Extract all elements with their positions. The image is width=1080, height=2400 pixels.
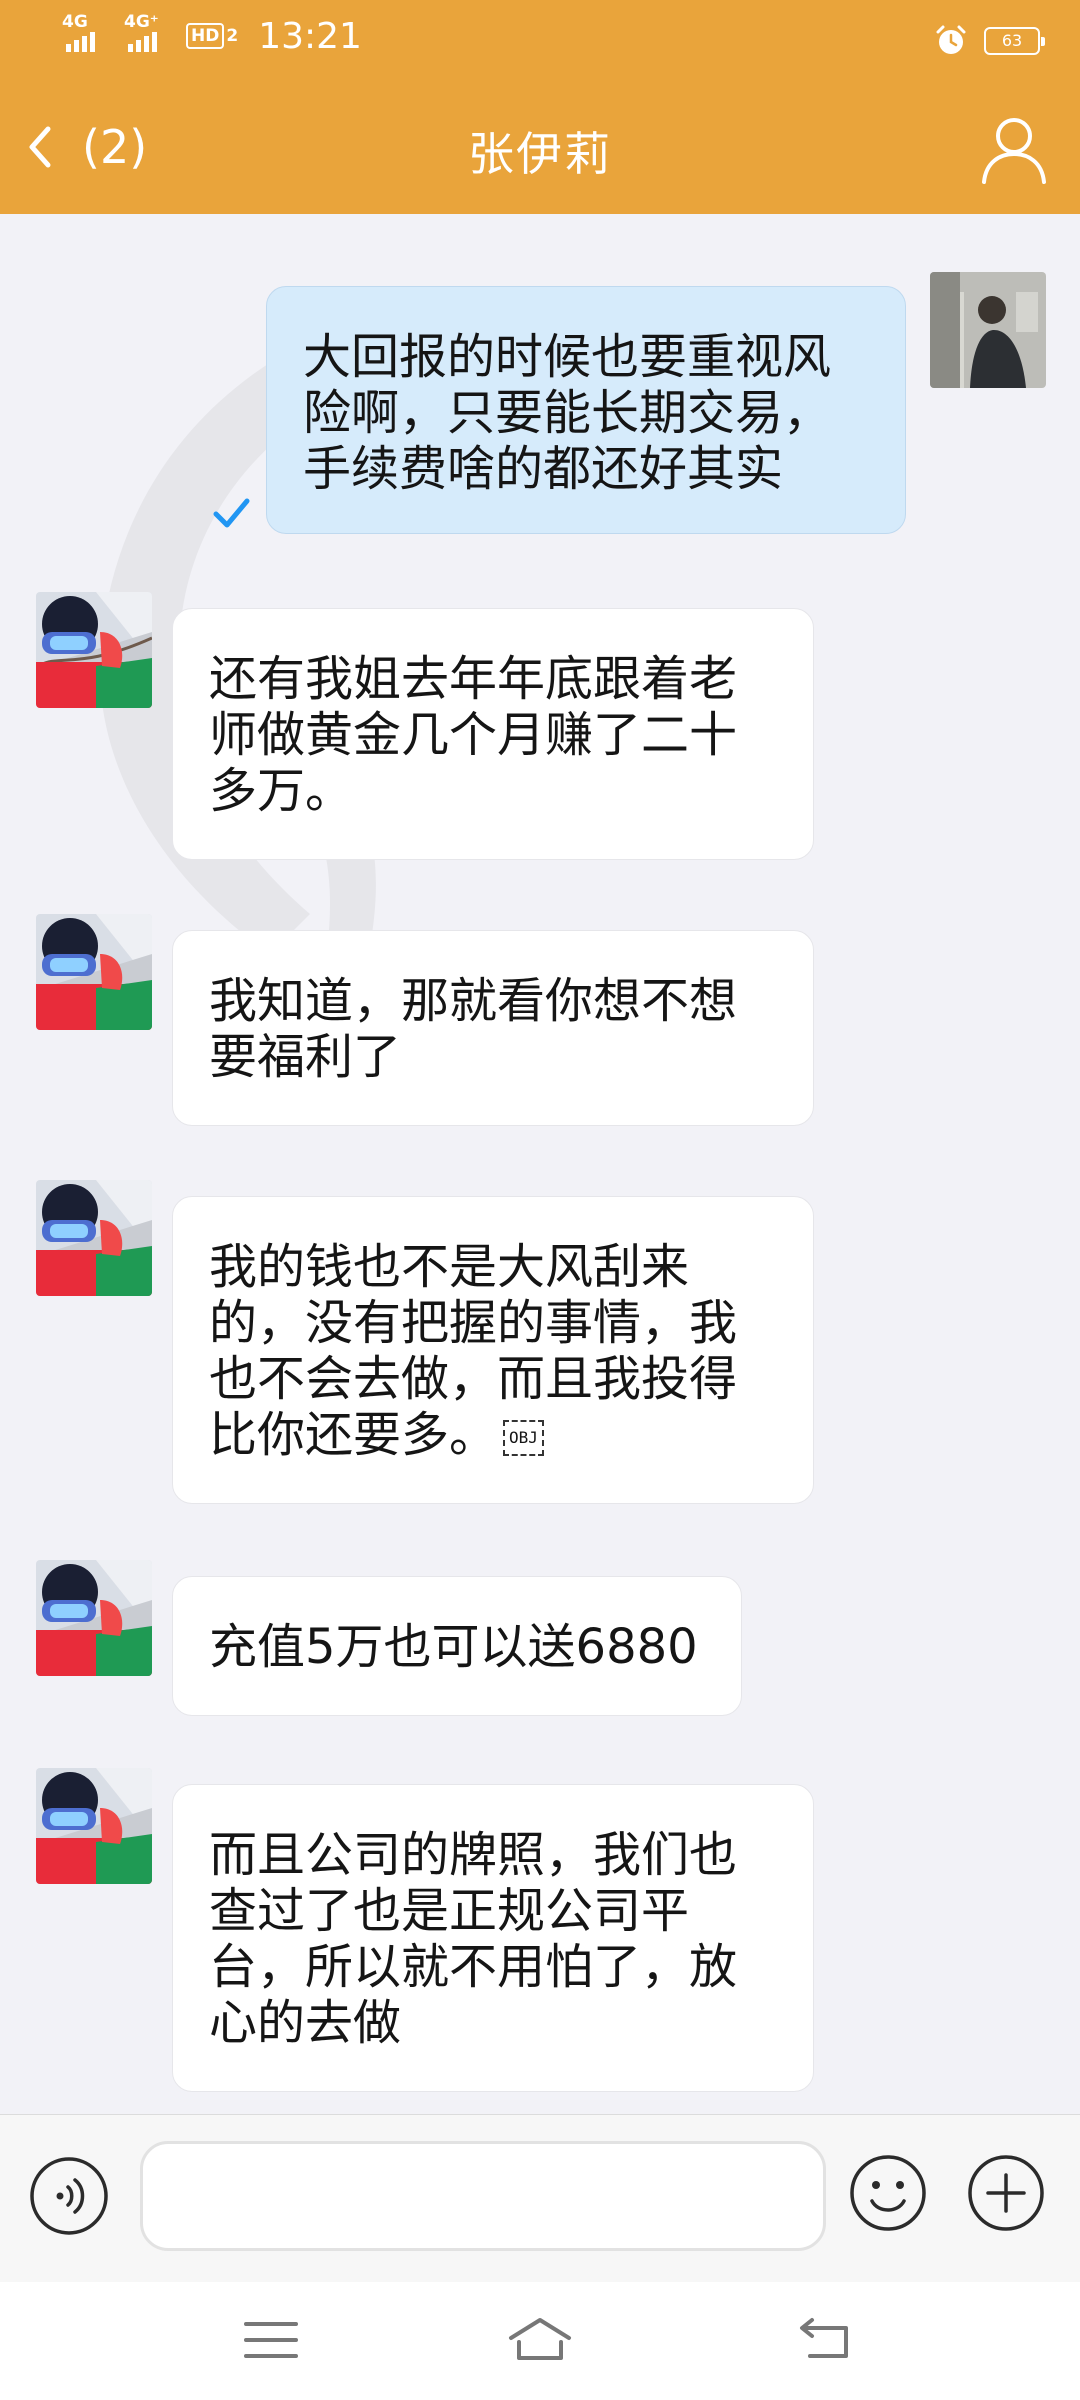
message-bubble-incoming[interactable]: 还有我姐去年年底跟着老师做黄金几个月赚了二十多万。: [172, 608, 814, 860]
contact-avatar-ski[interactable]: [36, 592, 152, 708]
checkmark-icon: [213, 498, 250, 528]
back-arrow-icon[interactable]: [790, 2312, 860, 2368]
message-text: 我知道，那就看你想不想要福利了: [209, 973, 738, 1085]
system-navigation-bar: [0, 2282, 1080, 2400]
battery-level: 63: [1001, 31, 1023, 50]
contact-avatar-ski[interactable]: [36, 1768, 152, 1884]
avatar-image: [930, 272, 1046, 388]
network-type-label: 4G⁺: [124, 12, 159, 32]
avatar-image: [36, 1180, 152, 1296]
contact-avatar-ski[interactable]: [36, 1560, 152, 1676]
message-list[interactable]: 大回报的时候也要重视风险啊，只要能长期交易，手续费啥的都还好其实 还有我姐去年年…: [0, 214, 1080, 2114]
avatar-image: [36, 1768, 152, 1884]
battery-icon: 63: [984, 27, 1045, 55]
message-bubble-incoming[interactable]: 而且公司的牌照，我们也查过了也是正规公司平台，所以就不用怕了，放心的去做: [172, 1784, 814, 2092]
status-bar-right: 63: [934, 24, 1045, 58]
user-avatar-photo[interactable]: [930, 272, 1046, 388]
avatar-image: [36, 1560, 152, 1676]
input-bar: [0, 2114, 1080, 2283]
contact-avatar-ski[interactable]: [36, 1180, 152, 1296]
chat-title: 张伊莉: [468, 127, 612, 181]
status-clock: 13:21: [258, 15, 362, 57]
message-bubble-outgoing[interactable]: 大回报的时候也要重视风险啊，只要能长期交易，手续费啥的都还好其实: [266, 286, 906, 534]
message-text: 我的钱也不是大风刮来的，没有把握的事情，我也不会去做，而且我投得比你还要多。: [209, 1239, 738, 1463]
object-placeholder-icon: OBJ: [503, 1420, 544, 1456]
signal-bars-icon: 4G: [62, 14, 110, 58]
avatar-image: [36, 592, 152, 708]
message-bubble-incoming[interactable]: 我知道，那就看你想不想要福利了: [172, 930, 814, 1126]
message-text: 充值5万也可以送6880: [209, 1619, 698, 1675]
chat-header: (2) 张伊莉: [0, 82, 1080, 214]
voice-wave-icon[interactable]: [28, 2155, 110, 2237]
message-text: 大回报的时候也要重视风险啊，只要能长期交易，手续费啥的都还好其实: [303, 329, 832, 497]
hd-voice-icon: HD 2: [186, 23, 238, 49]
message-text: 还有我姐去年年底跟着老师做黄金几个月赚了二十多万。: [209, 651, 738, 819]
person-icon[interactable]: [974, 108, 1054, 188]
message-bubble-incoming[interactable]: 充值5万也可以送6880: [172, 1576, 742, 1716]
network-type-label: 4G: [62, 12, 88, 32]
alarm-icon: [936, 25, 966, 54]
message-input[interactable]: [140, 2141, 826, 2251]
hd-sub-label: 2: [226, 26, 239, 46]
status-bar-left: 4G 4G⁺ HD 2 13:21: [62, 14, 362, 58]
message-bubble-incoming[interactable]: 我的钱也不是大风刮来的，没有把握的事情，我也不会去做，而且我投得比你还要多。 OB…: [172, 1196, 814, 1504]
status-bar: 4G 4G⁺ HD 2 13:21 63: [0, 0, 1080, 82]
hd-label: HD: [186, 23, 225, 49]
menu-icon[interactable]: [236, 2312, 306, 2368]
message-text: 而且公司的牌照，我们也查过了也是正规公司平台，所以就不用怕了，放心的去做: [209, 1827, 738, 2051]
plus-circle-icon[interactable]: [966, 2153, 1046, 2233]
signal-bars-icon: 4G⁺: [124, 14, 172, 58]
avatar-image: [36, 914, 152, 1030]
smiley-icon[interactable]: [848, 2153, 928, 2233]
home-icon[interactable]: [505, 2312, 575, 2368]
contact-avatar-ski[interactable]: [36, 914, 152, 1030]
